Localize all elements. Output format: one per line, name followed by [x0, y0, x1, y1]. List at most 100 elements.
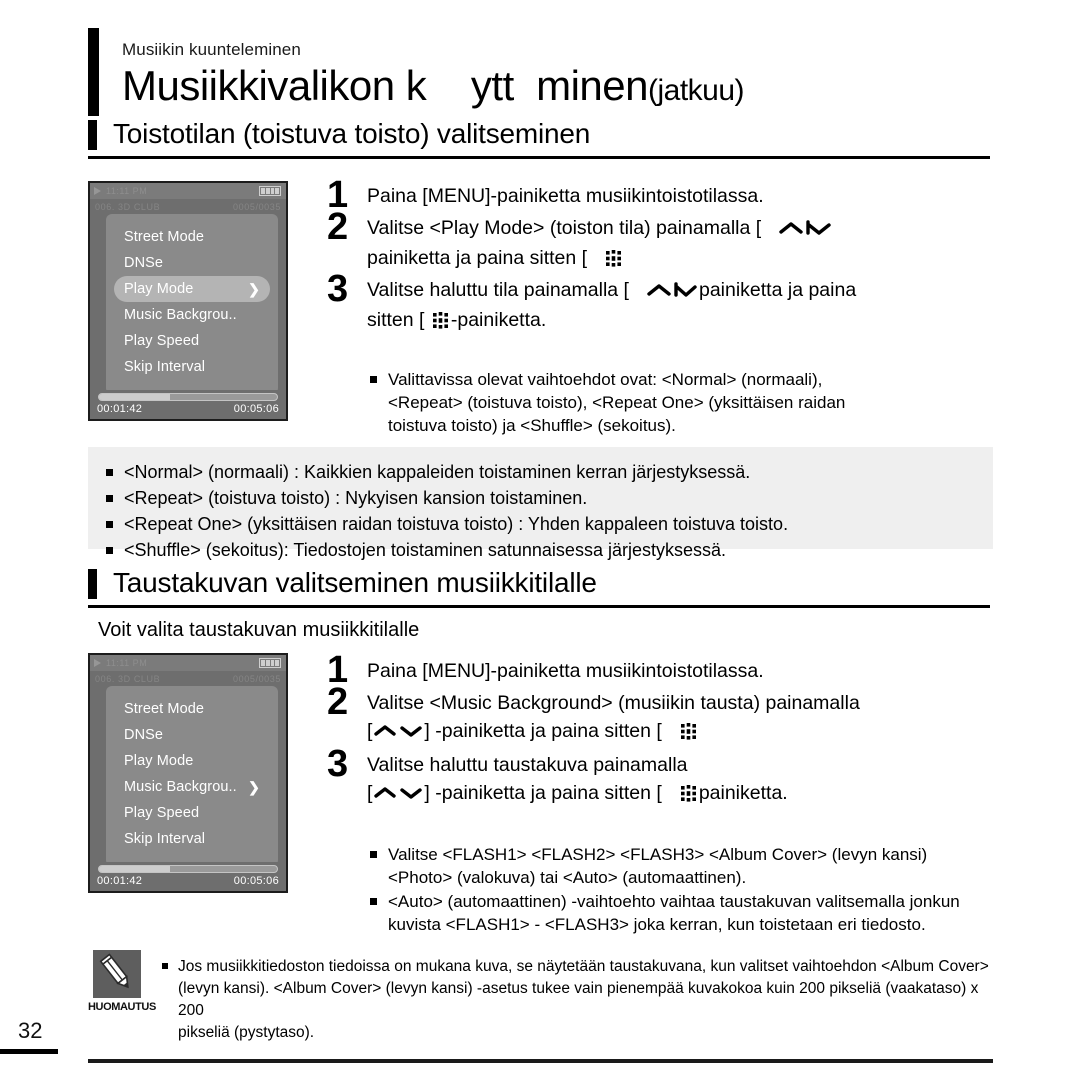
- step-text: Paina [MENU]-painiketta musiikintoistoti…: [367, 178, 764, 212]
- steps-list-2: 1 Paina [MENU]-painiketta musiikintoisto…: [327, 651, 995, 811]
- progress-bar[interactable]: [98, 393, 278, 401]
- gray-bullets: <Normal> (normaali) : Kaikkien kappaleid…: [104, 460, 993, 563]
- step-line: [] -painiketta ja paina sitten [painiket…: [367, 779, 788, 809]
- step-line: [] -painiketta ja paina sitten [: [367, 717, 860, 747]
- menu-item-label: Music Backgrou..: [124, 307, 237, 323]
- progress-bar[interactable]: [98, 865, 278, 873]
- steps-list-1: 1 Paina [MENU]-painiketta musiikintoisto…: [327, 176, 995, 336]
- device-clock: 11:11 PM: [106, 658, 148, 668]
- elapsed-time: 00:01:42: [97, 403, 143, 415]
- battery-icon: [259, 658, 281, 668]
- device-footer: 00:01:42 00:05:06: [90, 862, 286, 891]
- device-clock: 11:11 PM: [106, 186, 148, 196]
- footer-rule: [88, 1059, 993, 1063]
- bullet-text: Valittavissa olevat vaihtoehdot ovat: <N…: [388, 370, 846, 435]
- chevron-down-icon: [399, 781, 423, 809]
- bullet-text: <Repeat One> (yksittäisen raidan toistuv…: [124, 514, 789, 534]
- page-header: Musiikin kuunteleminen Musiikkivalikon k…: [88, 14, 1000, 116]
- step-line: Valitse haluttu tila painamalla [painike…: [367, 276, 856, 306]
- menu-item[interactable]: DNSe: [114, 250, 270, 276]
- menu-item[interactable]: Skip Interval: [114, 826, 270, 852]
- menu-dots-icon: [432, 309, 449, 329]
- device-track-bar: 006. 3D CLUB 0005/0035: [90, 671, 286, 686]
- menu-item[interactable]: DNSe: [114, 722, 270, 748]
- step-line: Valitse <Music Background> (musiikin tau…: [367, 692, 860, 714]
- bullet-text: Jos musiikkitiedoston tiedoissa on mukan…: [178, 958, 989, 1041]
- bullet-item: <Repeat One> (yksittäisen raidan toistuv…: [104, 512, 993, 537]
- step-number: 2: [327, 206, 348, 248]
- breadcrumb: Musiikin kuunteleminen: [122, 40, 301, 59]
- step-line: Valitse haluttu taustakuva painamalla: [367, 754, 688, 776]
- section-subtitle: Voit valita taustakuvan musiikkitilalle: [98, 619, 420, 642]
- chevron-down-icon: [399, 719, 423, 747]
- section-heading-2: Taustakuvan valitseminen musiikkitilalle…: [88, 567, 993, 642]
- chevron-down-icon: [674, 278, 698, 306]
- step-number: 3: [327, 268, 348, 310]
- play-icon: [94, 659, 101, 667]
- elapsed-time: 00:01:42: [97, 875, 143, 887]
- step-text: Valitse haluttu tila painamalla [painike…: [367, 272, 856, 334]
- battery-icon: [259, 186, 281, 196]
- step-2: 2 Valitse <Music Background> (musiikin t…: [327, 683, 995, 747]
- step-text: Valitse haluttu taustakuva painamalla []…: [367, 747, 788, 809]
- menu-dots-icon: [680, 782, 697, 802]
- bullet-item: <Shuffle> (sekoitus): Tiedostojen toista…: [104, 538, 993, 563]
- menu-item[interactable]: Play Mode: [114, 748, 270, 774]
- device-screenshot-1: 11:11 PM 006. 3D CLUB 0005/0035 Street M…: [88, 181, 288, 421]
- bullet-text: <Auto> (automaattinen) -vaihtoehto vaiht…: [388, 892, 960, 934]
- page-title-main: Musiikkivalikon k ytt minen: [122, 62, 649, 109]
- note-bullets: Jos musiikkitiedoston tiedoissa on mukan…: [160, 950, 993, 1045]
- chevron-up-icon: [778, 216, 804, 244]
- device-track-title: 006. 3D CLUB: [95, 201, 161, 212]
- step-1: 1 Paina [MENU]-painiketta musiikintoisto…: [327, 176, 995, 214]
- menu-item[interactable]: Street Mode: [114, 696, 270, 722]
- menu-item-label: Play Speed: [124, 333, 200, 349]
- note-box: HUOMAUTUS Jos musiikkitiedoston tiedoiss…: [88, 950, 993, 1063]
- sub-bullets-2: Valitse <FLASH1> <FLASH2> <FLASH3> <Albu…: [368, 843, 998, 937]
- menu-item-label: Skip Interval: [124, 831, 206, 847]
- manual-page: Musiikin kuunteleminen Musiikkivalikon k…: [0, 0, 1080, 1080]
- menu-item-label: Play Mode: [124, 281, 194, 297]
- step-line: Paina [MENU]-painiketta musiikintoistoti…: [367, 185, 764, 207]
- menu-item[interactable]: Play Speed: [114, 328, 270, 354]
- menu-item-label: Street Mode: [124, 229, 205, 245]
- bullet-item: <Repeat> (toistuva toisto) : Nykyisen ka…: [104, 486, 993, 511]
- step-number: 3: [327, 743, 348, 785]
- menu-dots-icon: [605, 247, 622, 267]
- step-text: Paina [MENU]-painiketta musiikintoistoti…: [367, 653, 764, 687]
- device-screenshot-2: 11:11 PM 006. 3D CLUB 0005/0035 Street M…: [88, 653, 288, 893]
- step-text: Valitse <Play Mode> (toiston tila) paina…: [367, 210, 833, 272]
- bullet-text: <Repeat> (toistuva toisto) : Nykyisen ka…: [124, 488, 588, 508]
- section-rule: [88, 605, 990, 609]
- section-title: Taustakuvan valitseminen musiikkitilalle: [113, 567, 597, 598]
- device-footer: 00:01:42 00:05:06: [90, 390, 286, 419]
- page-title-suffix: (jatkuu): [648, 74, 745, 107]
- step-line: Valitse <Play Mode> (toiston tila) paina…: [367, 214, 833, 244]
- section-title: Toistotilan (toistuva toisto) valitsemin…: [113, 118, 591, 149]
- chevron-down-icon: [806, 216, 832, 244]
- menu-item-label: Play Speed: [124, 805, 200, 821]
- bullet-item: Valitse <FLASH1> <FLASH2> <FLASH3> <Albu…: [368, 843, 998, 889]
- menu-item-current[interactable]: Music Backgrou.. ❯: [114, 774, 270, 800]
- step-line: painiketta ja paina sitten [: [367, 244, 833, 272]
- menu-item[interactable]: Skip Interval: [114, 354, 270, 380]
- menu-item-label: Street Mode: [124, 701, 205, 717]
- bullet-text: <Shuffle> (sekoitus): Tiedostojen toista…: [124, 540, 726, 560]
- bullet-text: Valitse <FLASH1> <FLASH2> <FLASH3> <Albu…: [388, 845, 928, 887]
- device-track-counter: 0005/0035: [233, 673, 281, 684]
- bullet-text: <Normal> (normaali) : Kaikkien kappaleid…: [124, 462, 751, 482]
- step-2: 2 Valitse <Play Mode> (toiston tila) pai…: [327, 206, 995, 272]
- menu-item-selected[interactable]: Play Mode ❯: [114, 276, 270, 302]
- section-rule: [88, 156, 990, 160]
- menu-dots-icon: [680, 720, 697, 740]
- step-text: Valitse <Music Background> (musiikin tau…: [367, 685, 860, 747]
- bullet-item: <Auto> (automaattinen) -vaihtoehto vaiht…: [368, 890, 998, 936]
- menu-item[interactable]: Street Mode: [114, 224, 270, 250]
- menu-item[interactable]: Play Speed: [114, 800, 270, 826]
- step-1: 1 Paina [MENU]-painiketta musiikintoisto…: [327, 651, 995, 689]
- play-icon: [94, 187, 101, 195]
- note-badge: HUOMAUTUS: [88, 950, 156, 1045]
- step-3: 3 Valitse haluttu taustakuva painamalla …: [327, 743, 995, 809]
- total-time: 00:05:06: [233, 403, 279, 415]
- menu-item[interactable]: Music Backgrou..: [114, 302, 270, 328]
